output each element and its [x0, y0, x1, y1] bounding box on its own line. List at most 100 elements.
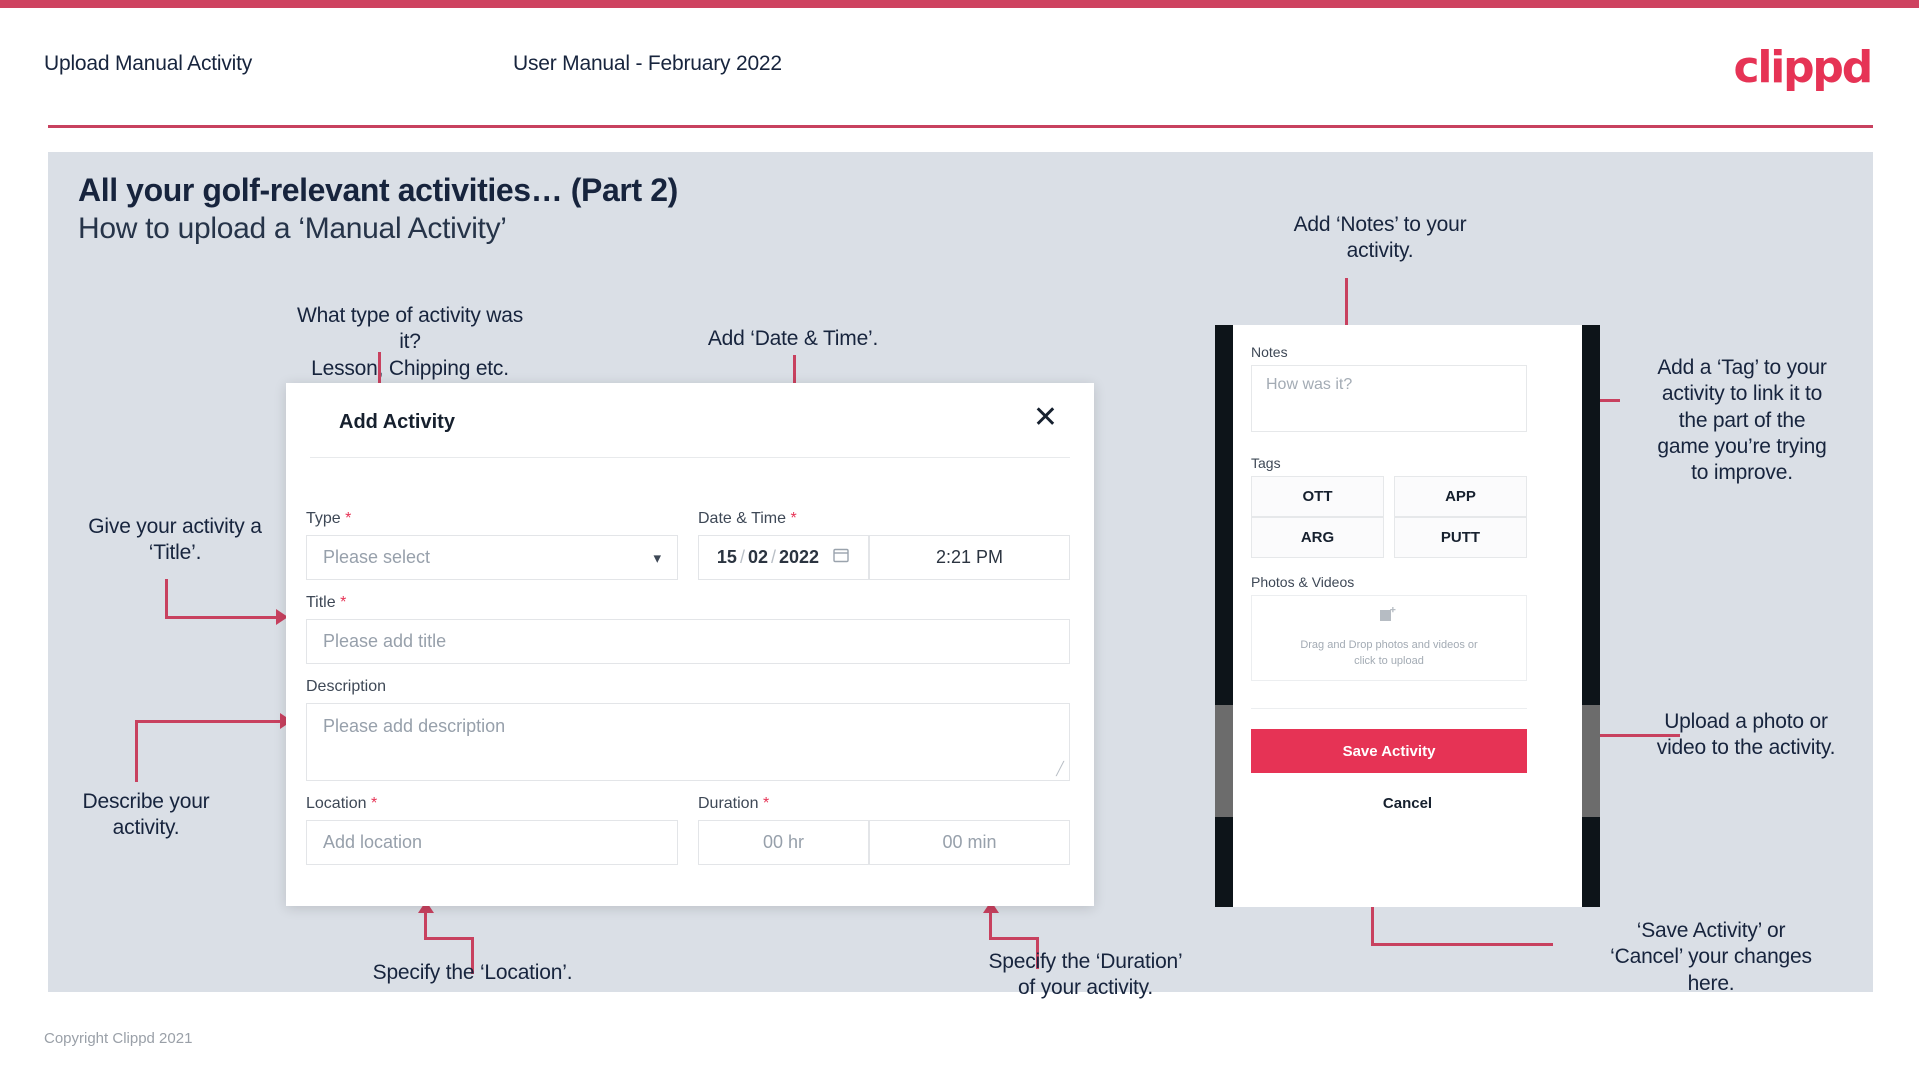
location-label-text: Location [306, 795, 367, 812]
location-required: * [370, 795, 378, 812]
photos-label: Photos & Videos [1251, 574, 1355, 590]
type-label: Type * [306, 510, 351, 528]
location-placeholder: Add location [323, 832, 423, 852]
datetime-label-text: Date & Time [698, 510, 787, 527]
tag-arg[interactable]: ARG [1251, 517, 1384, 558]
location-input[interactable]: Add location [306, 820, 678, 865]
footer-copyright: Copyright Clippd 2021 [44, 1030, 193, 1047]
connector-desc-v [135, 720, 138, 782]
title-field-label: Title * [306, 594, 346, 612]
date-month: 02 [747, 547, 768, 567]
chevron-down-icon: ▾ [653, 549, 661, 567]
dialog-title: Add Activity [339, 411, 455, 433]
duration-hours-placeholder: 00 hr [762, 832, 805, 852]
connector-loc-h [424, 937, 474, 940]
annotation-notes: Add ‘Notes’ to your activity. [1293, 213, 1467, 263]
top-accent-bar [0, 0, 1919, 8]
date-day: 15 [716, 547, 737, 567]
description-field-label: Description [306, 678, 386, 696]
phone-bezel-left [1215, 325, 1233, 907]
tag-app-label: APP [1445, 488, 1476, 505]
description-textarea[interactable]: Please add description ╱ [306, 703, 1070, 781]
connector-dur-h [989, 937, 1039, 940]
dialog-divider [310, 457, 1070, 458]
slide-page: Upload Manual Activity User Manual - Feb… [0, 0, 1919, 1079]
title-input[interactable]: Please add title [306, 619, 1070, 664]
clippd-logo: clippd [1733, 42, 1873, 93]
duration-hours-input[interactable]: 00 hr [698, 820, 869, 865]
duration-minutes-input[interactable]: 00 min [869, 820, 1070, 865]
upload-text-line1: Drag and Drop photos and videos or [1300, 638, 1478, 651]
title-required: * [340, 594, 347, 611]
datetime-required: * [790, 510, 797, 527]
time-input[interactable]: 2:21 PM [869, 535, 1070, 580]
notes-input[interactable]: How was it? [1251, 365, 1527, 432]
save-activity-button[interactable]: Save Activity [1251, 729, 1527, 773]
connector-loc-v1 [424, 913, 427, 940]
phone-bezel-right [1582, 325, 1600, 907]
page-header: Upload Manual Activity User Manual - Feb… [0, 8, 1919, 126]
date-year: 2022 [779, 547, 820, 567]
tag-putt-label: PUTT [1440, 529, 1481, 546]
duration-required: * [762, 795, 770, 812]
close-icon[interactable]: ✕ [1033, 403, 1058, 433]
notes-placeholder: How was it? [1266, 376, 1353, 393]
phone-mockup: Notes How was it? Tags OTT APP ARG PUTT … [1215, 325, 1600, 907]
header-left-title: Upload Manual Activity [44, 52, 253, 75]
duration-minutes-placeholder: 00 min [942, 832, 997, 852]
tag-arg-label: ARG [1300, 529, 1335, 546]
phone-button-left [1215, 705, 1233, 817]
add-activity-dialog: Add Activity ✕ Type * Please select ▾ Da… [286, 383, 1094, 906]
connector-desc-h [135, 720, 283, 723]
title-placeholder: Please add title [323, 631, 447, 651]
annotation-location: Specify the ‘Location’. [372, 961, 573, 984]
annotation-description: Describe your activity. [82, 790, 210, 840]
header-center-title: User Manual - February 2022 [513, 52, 782, 75]
tag-ott[interactable]: OTT [1251, 476, 1384, 517]
annotation-save: ‘Save Activity’ or ‘Cancel’ your changes… [1610, 919, 1812, 995]
datetime-label: Date & Time * [698, 510, 797, 528]
connector-title-h [165, 616, 279, 619]
annotation-tags: Add a ‘Tag’ to your activity to link it … [1657, 356, 1827, 484]
annotation-title: Give your activity a ‘Title’. [88, 515, 262, 565]
save-activity-label: Save Activity [1342, 742, 1436, 760]
connector-save-h [1371, 943, 1553, 946]
type-select[interactable]: Please select ▾ [306, 535, 678, 580]
type-required: * [345, 510, 352, 527]
image-upload-icon [1379, 606, 1399, 630]
phone-screen: Notes How was it? Tags OTT APP ARG PUTT … [1233, 325, 1582, 907]
date-sep-2: / [771, 547, 777, 567]
tag-putt[interactable]: PUTT [1394, 517, 1527, 558]
phone-divider [1251, 708, 1527, 709]
header-divider [48, 125, 1873, 128]
phone-button-right [1582, 705, 1600, 817]
calendar-icon[interactable] [832, 546, 850, 569]
cancel-label: Cancel [1382, 795, 1433, 812]
description-placeholder: Please add description [323, 716, 506, 736]
date-input[interactable]: 15 / 02 / 2022 [698, 535, 869, 580]
annotation-type: What type of activity was it? Lesson, Ch… [296, 304, 524, 380]
connector-dur-v1 [989, 913, 992, 940]
notes-label: Notes [1251, 344, 1288, 360]
type-label-text: Type [306, 510, 341, 527]
slide-title: All your golf-relevant activities… (Part… [78, 172, 678, 208]
description-label-text: Description [306, 678, 387, 695]
tag-app[interactable]: APP [1394, 476, 1527, 517]
annotation-datetime: Add ‘Date & Time’. [707, 327, 879, 350]
cancel-button[interactable]: Cancel [1233, 795, 1582, 812]
resize-handle-icon[interactable]: ╱ [1056, 761, 1064, 777]
slide-subtitle: How to upload a ‘Manual Activity’ [78, 212, 507, 245]
tag-ott-label: OTT [1302, 488, 1333, 505]
time-value: 2:21 PM [935, 547, 1004, 567]
title-label-text: Title [306, 594, 336, 611]
connector-title-v [165, 579, 168, 619]
tags-label: Tags [1251, 455, 1281, 471]
location-field-label: Location * [306, 795, 377, 813]
duration-field-label: Duration * [698, 795, 769, 813]
upload-text-line2: click to upload [1354, 655, 1424, 668]
upload-dropzone[interactable]: Drag and Drop photos and videos or click… [1251, 595, 1527, 681]
annotation-duration: Specify the ‘Duration’ of your activity. [988, 950, 1183, 1000]
duration-label-text: Duration [698, 795, 759, 812]
date-sep-1: / [739, 547, 745, 567]
type-placeholder: Please select [323, 547, 431, 567]
